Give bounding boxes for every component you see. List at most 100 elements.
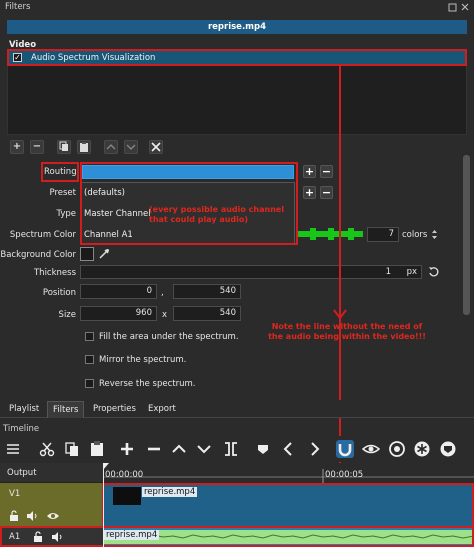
- move-filter-down-button[interactable]: [124, 140, 138, 154]
- scrub-button[interactable]: [362, 440, 380, 458]
- filters-dock-title-bar: Filters: [0, 0, 474, 15]
- plus-icon: [121, 443, 133, 455]
- cut-button[interactable]: [38, 440, 56, 458]
- tab-filters[interactable]: Filters: [47, 401, 85, 418]
- output-label: Output: [7, 468, 37, 478]
- append-button[interactable]: [118, 440, 136, 458]
- close-icon: [151, 142, 161, 152]
- filter-panel-scrollbar[interactable]: [462, 155, 471, 390]
- size-separator: x: [162, 310, 168, 320]
- timeline-menu-button[interactable]: [4, 440, 22, 458]
- annotation-highlight-routing-dropdown: [80, 162, 298, 245]
- move-filter-up-button[interactable]: [104, 140, 118, 154]
- lift-button[interactable]: [170, 440, 188, 458]
- marker-button[interactable]: [254, 440, 272, 458]
- ripple-button[interactable]: [388, 440, 406, 458]
- minus-icon: [148, 447, 160, 451]
- filters-dock-title: Filters: [5, 2, 31, 12]
- reverse-checkbox[interactable]: [85, 379, 94, 388]
- colors-spin-arrows[interactable]: [431, 229, 438, 240]
- playhead[interactable]: [103, 463, 104, 547]
- add-filter-button[interactable]: +: [10, 140, 24, 154]
- timeline-ruler[interactable]: 00:00:00 00:00:05: [103, 463, 474, 483]
- thickness-reset-button[interactable]: [427, 265, 440, 278]
- snap-button[interactable]: [336, 440, 354, 458]
- mute-speaker-icon[interactable]: [26, 510, 38, 522]
- position-label: Position: [42, 288, 76, 298]
- remove-button[interactable]: [145, 440, 163, 458]
- spin-arrows-icon: [432, 230, 437, 239]
- routing-add-button[interactable]: +: [303, 165, 316, 178]
- ruler-time-start: 00:00:00: [105, 470, 144, 480]
- annotation-dropdown-note: (every possible audio channel that could…: [149, 205, 289, 225]
- thickness-label: Thickness: [33, 268, 76, 278]
- split-button[interactable]: [222, 440, 240, 458]
- copy-button[interactable]: [63, 440, 81, 458]
- ripple-icon: [389, 441, 405, 457]
- asterisk-icon: [414, 441, 430, 457]
- size-height-field[interactable]: 540: [173, 306, 241, 321]
- annotation-dropdown-note-line2: that could play audio): [149, 215, 249, 224]
- annotation-highlight-a1: [0, 526, 474, 547]
- paste-button[interactable]: [88, 440, 106, 458]
- paste-icon: [80, 142, 88, 152]
- preset-add-button[interactable]: +: [303, 186, 316, 199]
- tab-playlist[interactable]: Playlist: [4, 401, 44, 418]
- colors-count-spinbox[interactable]: 7: [367, 227, 399, 242]
- shield-icon: [440, 441, 456, 457]
- scissors-icon: [39, 442, 55, 457]
- chevron-up-icon: [172, 444, 186, 453]
- deselect-filter-button[interactable]: [149, 140, 163, 154]
- next-marker-button[interactable]: [305, 440, 323, 458]
- ripple-markers-button[interactable]: [439, 440, 457, 458]
- copy-filters-button[interactable]: [57, 140, 71, 154]
- tab-export[interactable]: Export: [143, 401, 181, 418]
- menu-icon: [7, 444, 19, 454]
- overwrite-button[interactable]: [195, 440, 213, 458]
- copy-icon: [65, 442, 78, 456]
- eyedropper-button[interactable]: [97, 247, 111, 261]
- eyedropper-icon: [99, 249, 109, 259]
- chevron-down-icon: [126, 144, 136, 150]
- fill-area-checkbox[interactable]: [85, 332, 94, 341]
- spectrum-color-label: Spectrum Color: [9, 230, 76, 240]
- paste-filters-button[interactable]: [77, 140, 91, 154]
- type-label: Type: [56, 209, 76, 219]
- chevron-down-icon: [197, 445, 211, 454]
- remove-filter-button[interactable]: −: [30, 140, 44, 154]
- chevron-up-icon: [106, 144, 116, 150]
- size-width-field[interactable]: 960: [80, 306, 157, 321]
- thickness-value: 1: [385, 267, 391, 277]
- tab-properties[interactable]: Properties: [88, 401, 141, 418]
- prev-marker-button[interactable]: [280, 440, 298, 458]
- ripple-all-button[interactable]: [413, 440, 431, 458]
- chevron-left-icon: [283, 442, 292, 456]
- v1-track-name: V1: [9, 489, 21, 499]
- mirror-checkbox[interactable]: [85, 355, 94, 364]
- output-track-header: Output: [0, 463, 103, 483]
- lock-icon[interactable]: [8, 510, 20, 522]
- v1-track-header[interactable]: V1: [0, 483, 103, 527]
- ruler-time-5s: 00:00:05: [325, 470, 364, 480]
- thickness-slider-field[interactable]: 1 px: [80, 265, 422, 279]
- dock-float-close-icon[interactable]: [447, 2, 471, 13]
- copy-icon: [59, 141, 68, 151]
- annotation-highlight-routing-label: [41, 162, 79, 182]
- split-icon: [225, 442, 237, 456]
- thickness-unit: px: [406, 267, 417, 277]
- dock-window-buttons[interactable]: [447, 2, 471, 13]
- ruler-ticks: [103, 463, 474, 483]
- paste-icon: [91, 441, 103, 456]
- colors-label: colors: [402, 230, 428, 240]
- position-y-field[interactable]: 540: [173, 284, 241, 299]
- position-x-field[interactable]: 0: [80, 284, 157, 299]
- background-color-swatch[interactable]: [80, 247, 94, 261]
- position-separator: ,: [161, 288, 164, 298]
- current-clip-bar: reprise.mp4: [7, 20, 467, 34]
- mirror-label: Mirror the spectrum.: [99, 355, 187, 365]
- size-label: Size: [58, 310, 76, 320]
- fill-area-label: Fill the area under the spectrum.: [99, 332, 239, 342]
- scrollbar-thumb[interactable]: [463, 155, 470, 315]
- reverse-label: Reverse the spectrum.: [99, 379, 196, 389]
- eye-icon[interactable]: [46, 510, 60, 522]
